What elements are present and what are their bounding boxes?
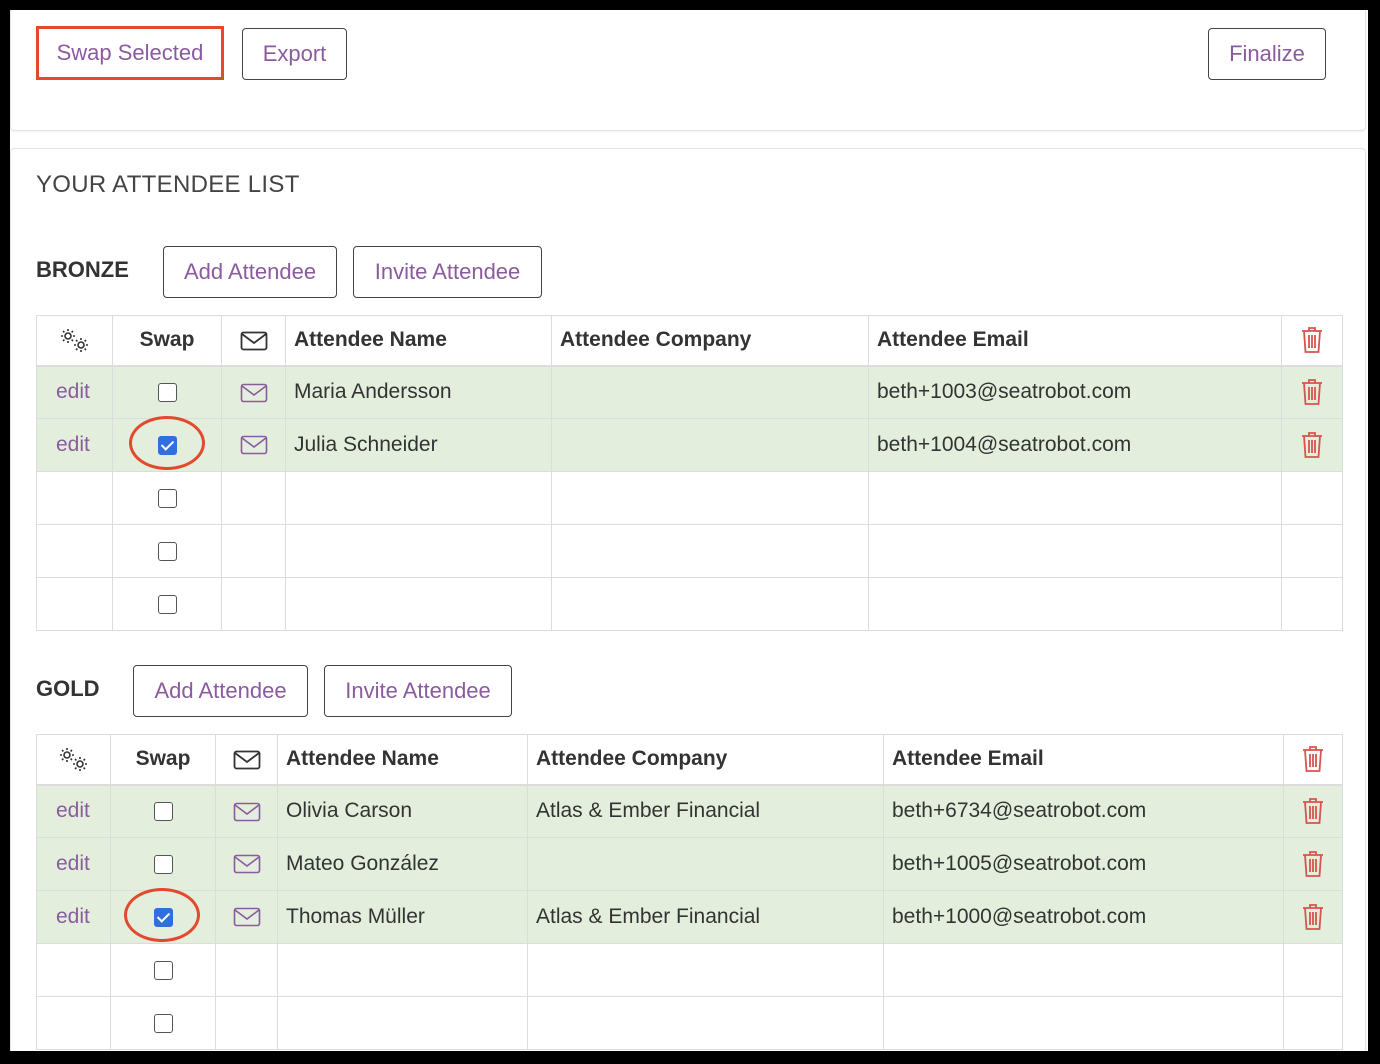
attendee-name-header: Attendee Name <box>285 315 552 367</box>
table-row: edit Julia Schneider beth+1004@seatrobot… <box>36 418 1343 472</box>
table-row-empty <box>36 996 1343 1050</box>
swap-checkbox[interactable] <box>153 802 173 822</box>
invite-attendee-button-bronze[interactable]: Invite Attendee <box>353 246 542 298</box>
envelope-icon[interactable] <box>233 852 261 875</box>
attendee-name: Julia Schneider <box>285 418 552 472</box>
attendee-company <box>527 837 884 891</box>
attendee-email: beth+1004@seatrobot.com <box>868 418 1282 472</box>
table-row-empty <box>36 524 1343 578</box>
email-column-header <box>221 315 286 367</box>
attendee-table-bronze: Swap Attendee Name Attendee Company Atte… <box>36 315 1343 631</box>
attendee-list-title: YOUR ATTENDEE LIST <box>36 171 300 198</box>
edit-link[interactable]: edit <box>36 890 111 944</box>
swap-checkbox[interactable] <box>157 594 177 614</box>
gears-icon <box>57 747 91 772</box>
table-row: edit Olivia Carson Atlas & Ember Financi… <box>36 784 1343 838</box>
attendee-company <box>551 418 869 472</box>
envelope-icon <box>240 328 268 351</box>
trash-icon[interactable] <box>1301 432 1323 458</box>
swap-checkbox[interactable] <box>153 1013 173 1033</box>
trash-icon <box>1302 746 1324 773</box>
attendee-email: beth+1003@seatrobot.com <box>868 365 1282 419</box>
envelope-icon[interactable] <box>240 380 268 403</box>
edit-link[interactable]: edit <box>36 418 113 472</box>
swap-column-header: Swap <box>110 734 216 786</box>
app-frame: Swap Selected Export Finalize YOUR ATTEN… <box>10 10 1368 1051</box>
trash-icon[interactable] <box>1302 851 1324 877</box>
swap-selected-button[interactable]: Swap Selected <box>36 26 224 80</box>
delete-column-header <box>1283 734 1343 786</box>
email-column-header <box>215 734 278 786</box>
attendee-email-header: Attendee Email <box>883 734 1284 786</box>
toolbar-card: Swap Selected Export Finalize <box>10 10 1366 131</box>
attendee-email: beth+1005@seatrobot.com <box>883 837 1284 891</box>
add-attendee-button-gold[interactable]: Add Attendee <box>133 665 308 717</box>
invite-attendee-button-gold[interactable]: Invite Attendee <box>324 665 512 717</box>
trash-icon[interactable] <box>1301 379 1323 406</box>
attendee-company-header: Attendee Company <box>527 734 884 786</box>
attendee-email: beth+6734@seatrobot.com <box>883 784 1284 838</box>
trash-icon[interactable] <box>1302 904 1324 930</box>
finalize-button[interactable]: Finalize <box>1208 28 1326 80</box>
table-row: edit Mateo González beth+1005@seatrobot.… <box>36 837 1343 891</box>
attendee-name: Thomas Müller <box>277 890 528 944</box>
attendee-name: Mateo González <box>277 837 528 891</box>
envelope-icon[interactable] <box>233 905 261 928</box>
swap-checkbox[interactable] <box>157 541 177 561</box>
edit-link[interactable]: edit <box>36 365 113 419</box>
swap-checkbox[interactable] <box>157 383 177 403</box>
trash-icon[interactable] <box>1302 798 1324 825</box>
attendee-name: Maria Andersson <box>285 365 552 419</box>
swap-column-header: Swap <box>112 315 222 367</box>
settings-column-header[interactable] <box>36 734 111 786</box>
table-header: Swap Attendee Name Attendee Company Atte… <box>36 315 1343 367</box>
delete-column-header <box>1281 315 1343 367</box>
settings-column-header[interactable] <box>36 315 113 367</box>
attendee-email-header: Attendee Email <box>868 315 1282 367</box>
attendee-table-gold: Swap Attendee Name Attendee Company Atte… <box>36 734 1343 1050</box>
table-row: edit Thomas Müller Atlas & Ember Financi… <box>36 890 1343 944</box>
trash-icon <box>1301 327 1323 354</box>
envelope-icon[interactable] <box>233 799 261 822</box>
table-row-empty <box>36 943 1343 997</box>
swap-checkbox[interactable] <box>153 960 173 980</box>
attendee-company-header: Attendee Company <box>551 315 869 367</box>
swap-checkbox[interactable] <box>153 854 173 874</box>
table-row: edit Maria Andersson beth+1003@seatrobot… <box>36 365 1343 419</box>
swap-checkbox[interactable] <box>153 907 173 927</box>
attendee-email: beth+1000@seatrobot.com <box>883 890 1284 944</box>
envelope-icon[interactable] <box>240 433 268 456</box>
table-row-empty <box>36 577 1343 631</box>
tier-label-bronze: BRONZE <box>36 257 129 282</box>
attendee-company: Atlas & Ember Financial <box>527 784 884 838</box>
attendee-list-card: YOUR ATTENDEE LIST BRONZE Add Attendee I… <box>10 148 1366 1051</box>
edit-link[interactable]: edit <box>36 837 111 891</box>
add-attendee-button-bronze[interactable]: Add Attendee <box>163 246 337 298</box>
attendee-name-header: Attendee Name <box>277 734 528 786</box>
attendee-company: Atlas & Ember Financial <box>527 890 884 944</box>
export-button[interactable]: Export <box>242 28 347 80</box>
envelope-icon <box>233 747 261 770</box>
swap-checkbox[interactable] <box>157 488 177 508</box>
gears-icon <box>58 328 92 353</box>
table-row-empty <box>36 471 1343 525</box>
attendee-name: Olivia Carson <box>277 784 528 838</box>
tier-label-gold: GOLD <box>36 676 100 701</box>
table-header: Swap Attendee Name Attendee Company Atte… <box>36 734 1343 786</box>
swap-checkbox[interactable] <box>157 435 177 455</box>
attendee-company <box>551 365 869 419</box>
edit-link[interactable]: edit <box>36 784 111 838</box>
